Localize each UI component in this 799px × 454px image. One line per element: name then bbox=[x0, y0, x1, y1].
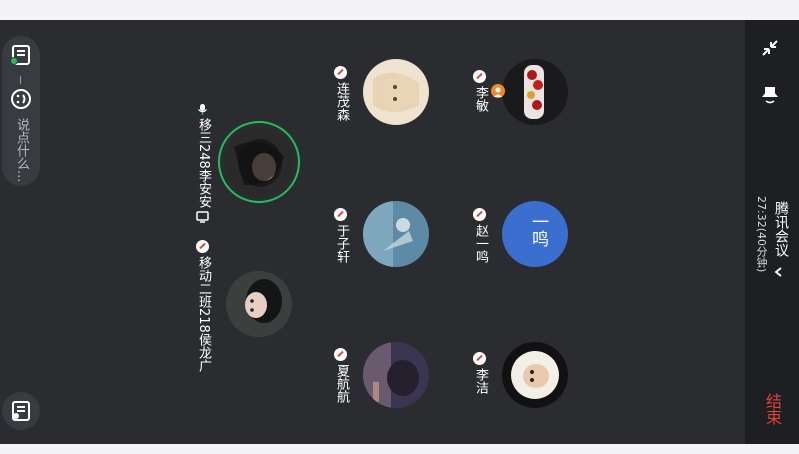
status-bar-top bbox=[0, 0, 799, 20]
participant-name: 于子轩 bbox=[334, 224, 349, 263]
avatar[interactable] bbox=[502, 59, 568, 125]
chevron-down-icon[interactable] bbox=[772, 263, 784, 277]
avatar[interactable]: 一鸣 bbox=[502, 201, 568, 267]
mic-muted-icon bbox=[473, 208, 486, 221]
participants-list-icon[interactable] bbox=[10, 44, 32, 66]
pill-divider bbox=[20, 76, 21, 84]
mic-muted-icon bbox=[196, 240, 209, 253]
more-actions-button[interactable] bbox=[2, 392, 40, 430]
participant-name: 李敏 bbox=[473, 86, 488, 112]
avatar[interactable] bbox=[363, 59, 429, 125]
document-icon bbox=[12, 401, 30, 421]
mic-on-icon bbox=[196, 101, 209, 115]
avatar[interactable] bbox=[224, 127, 294, 197]
mic-muted-icon bbox=[473, 352, 486, 365]
participant-name: 移动二班218侯龙广 bbox=[196, 256, 211, 372]
participant-name: 移三248李安安 bbox=[196, 118, 211, 208]
avatar[interactable] bbox=[363, 342, 429, 408]
participant-name: 赵一鸣 bbox=[473, 224, 488, 263]
avatar[interactable] bbox=[502, 342, 568, 408]
mic-muted-icon bbox=[334, 348, 347, 361]
avatar-initials: 一鸣 bbox=[528, 213, 548, 247]
screen-share-icon bbox=[196, 208, 209, 223]
participant-name: 夏航航 bbox=[334, 364, 349, 403]
end-meeting-button[interactable]: 结束 bbox=[760, 393, 784, 425]
participant-name: 李洁 bbox=[473, 368, 488, 394]
meeting-title[interactable]: 腾讯会议 bbox=[771, 201, 791, 257]
mic-muted-icon bbox=[334, 208, 347, 221]
avatar[interactable] bbox=[226, 271, 292, 337]
emoji-icon[interactable] bbox=[10, 88, 32, 110]
minimize-icon[interactable] bbox=[759, 37, 781, 59]
speaker-icon[interactable] bbox=[759, 83, 781, 107]
meeting-duration: 27:32(40分钟) bbox=[755, 196, 768, 273]
host-badge-icon bbox=[491, 84, 505, 98]
mic-muted-icon bbox=[334, 66, 347, 79]
avatar[interactable] bbox=[363, 201, 429, 267]
participant-name: 连茂森 bbox=[334, 82, 349, 121]
chat-input-placeholder[interactable]: 说点什么... bbox=[12, 118, 31, 182]
status-bar-bottom bbox=[0, 444, 799, 454]
mic-muted-icon bbox=[473, 70, 486, 83]
